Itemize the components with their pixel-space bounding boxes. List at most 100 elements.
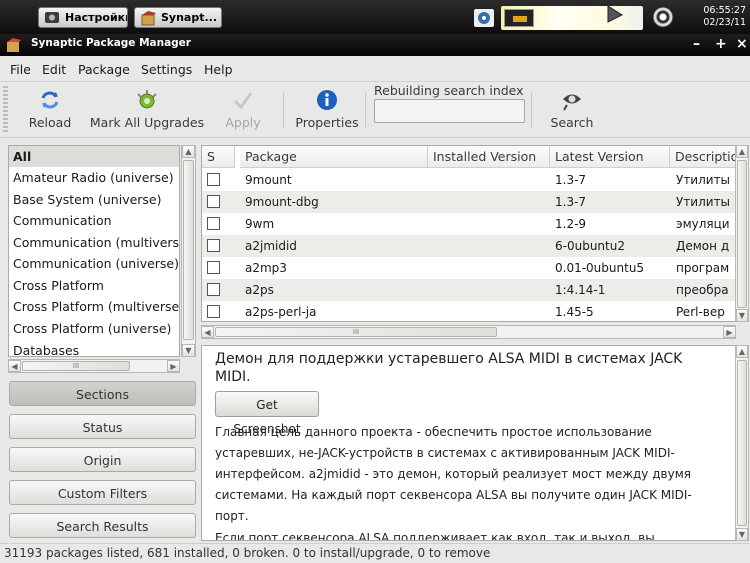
package-description-text: Главная цель данного проекта - обеспечит… <box>215 422 712 541</box>
scroll-up-icon[interactable]: ▲ <box>736 145 748 158</box>
synaptic-taskbar-label: Synapt... <box>161 11 218 24</box>
column-header-description[interactable]: Descriptio <box>670 146 735 168</box>
window-titlebar[interactable]: Synaptic Package Manager – + × <box>0 34 750 56</box>
filter-list-scroll-thumb[interactable] <box>183 160 194 340</box>
clock-date: 02/23/11 <box>703 17 746 28</box>
tray-display-icon[interactable] <box>504 9 534 27</box>
table-row[interactable]: 9mount 1.3-7 Утилиты <box>202 169 735 191</box>
properties-button[interactable]: Properties <box>292 82 362 136</box>
filter-item[interactable]: Amateur Radio (universe) <box>9 167 179 188</box>
filter-list-hscrollbar[interactable]: ◀ III ▶ <box>8 359 180 373</box>
origin-button[interactable]: Origin <box>9 447 196 472</box>
column-header-package[interactable]: Package <box>240 146 428 168</box>
filter-item[interactable]: Databases <box>9 340 179 356</box>
volume-icon[interactable] <box>652 6 674 28</box>
mark-all-upgrades-button[interactable]: Mark All Upgrades <box>87 82 207 136</box>
status-button[interactable]: Status <box>9 414 196 439</box>
menu-file[interactable]: File <box>10 62 31 77</box>
install-checkbox[interactable] <box>207 217 220 230</box>
package-description: Утилиты <box>676 173 731 187</box>
filter-item[interactable]: Cross Platform <box>9 275 179 296</box>
close-icon[interactable]: × <box>736 36 748 52</box>
table-row[interactable]: a2ps-perl-ja 1.45-5 Perl-вер <box>202 301 735 321</box>
mark-upgrades-icon <box>135 89 159 114</box>
filter-item[interactable]: Communication (universe) <box>9 253 179 274</box>
sections-button[interactable]: Sections <box>9 381 196 406</box>
section-filter-list: All Amateur Radio (universe) Base System… <box>8 145 180 357</box>
scroll-up-icon[interactable]: ▲ <box>182 145 195 158</box>
clock[interactable]: 06:55:27 02/23/11 <box>686 5 746 29</box>
column-header-latest-version[interactable]: Latest Version <box>550 146 670 168</box>
custom-filters-button[interactable]: Custom Filters <box>9 480 196 505</box>
synaptic-package-icon <box>140 10 156 26</box>
tray-pointer-icon <box>606 5 624 28</box>
install-checkbox[interactable] <box>207 239 220 252</box>
search-button[interactable]: Search <box>545 82 599 136</box>
install-checkbox[interactable] <box>207 305 220 318</box>
scroll-right-icon[interactable]: ▶ <box>723 326 736 338</box>
filter-list-vscrollbar[interactable]: ▲ ▼ <box>181 145 196 357</box>
synaptic-taskbar-button[interactable]: Synapt... <box>134 7 222 28</box>
install-checkbox[interactable] <box>207 261 220 274</box>
scroll-down-icon[interactable]: ▼ <box>182 344 195 357</box>
scroll-down-icon[interactable]: ▼ <box>736 528 748 541</box>
scroll-down-icon[interactable]: ▼ <box>736 309 748 322</box>
scroll-left-icon[interactable]: ◀ <box>8 360 21 372</box>
install-checkbox[interactable] <box>207 283 220 296</box>
settings-taskbar-button[interactable]: Настройки <box>38 7 128 28</box>
filter-item[interactable]: Communication <box>9 210 179 231</box>
table-row[interactable]: a2mp3 0.01-0ubuntu5 програм <box>202 257 735 279</box>
details-scroll-thumb[interactable] <box>737 360 747 526</box>
toolbar-grip[interactable] <box>3 86 8 134</box>
package-name: 9mount-dbg <box>245 195 319 209</box>
filter-item[interactable]: Base System (universe) <box>9 189 179 210</box>
info-icon <box>316 89 338 114</box>
package-table-hscroll-thumb[interactable]: III <box>215 327 497 337</box>
package-summary-title: Демон для поддержки устаревшего ALSA MID… <box>215 351 683 385</box>
get-screenshot-button[interactable]: Get Screenshot <box>215 391 319 436</box>
apply-button[interactable]: Apply <box>215 82 271 136</box>
install-checkbox[interactable] <box>207 195 220 208</box>
apply-label: Apply <box>225 115 261 130</box>
scroll-left-icon[interactable]: ◀ <box>201 326 214 338</box>
reload-icon <box>39 89 61 114</box>
details-vscrollbar[interactable]: ▲ ▼ <box>735 345 749 541</box>
status-bar: 31193 packages listed, 681 installed, 0 … <box>0 543 750 563</box>
package-description: эмуляци <box>676 217 730 231</box>
search-results-button[interactable]: Search Results <box>9 513 196 538</box>
package-name: a2ps <box>245 283 274 297</box>
latest-version: 1.3-7 <box>555 173 587 187</box>
scroll-up-icon[interactable]: ▲ <box>736 345 748 358</box>
install-checkbox[interactable] <box>207 173 220 186</box>
table-row[interactable]: 9mount-dbg 1.3-7 Утилиты <box>202 191 735 213</box>
menu-edit[interactable]: Edit <box>42 62 66 77</box>
table-row[interactable]: a2jmidid 6-0ubuntu2 Демон д <box>202 235 735 257</box>
filter-list-hscroll-thumb[interactable]: III <box>22 361 130 371</box>
filter-item[interactable]: Cross Platform (universe) <box>9 318 179 339</box>
toolbar-separator <box>283 92 284 128</box>
package-table-vscrollbar[interactable]: ▲ ▼ <box>735 145 749 322</box>
minimize-icon[interactable]: – <box>693 36 700 52</box>
package-details-pane: Демон для поддержки устаревшего ALSA MID… <box>201 345 736 541</box>
filter-item[interactable]: Communication (multiverse) <box>9 232 179 253</box>
scroll-right-icon[interactable]: ▶ <box>167 360 180 372</box>
latest-version: 1:4.14-1 <box>555 283 606 297</box>
toolbar: Reload Mark All Upgrades Apply Propertie… <box>0 82 750 138</box>
search-icon <box>561 89 583 114</box>
column-header-status[interactable]: S <box>202 146 235 168</box>
quick-search-input[interactable] <box>374 99 525 123</box>
maximize-icon[interactable]: + <box>715 36 727 52</box>
menu-package[interactable]: Package <box>78 62 130 77</box>
filter-item[interactable]: Cross Platform (multiverse) <box>9 296 179 317</box>
table-row[interactable]: 9wm 1.2-9 эмуляци <box>202 213 735 235</box>
description-paragraph: Если порт секвенсора ALSA поддерживает к… <box>215 531 655 541</box>
reload-button[interactable]: Reload <box>20 82 80 136</box>
menu-settings[interactable]: Settings <box>141 62 192 77</box>
package-table-scroll-thumb[interactable] <box>737 160 747 308</box>
table-row[interactable]: a2ps 1:4.14-1 преобра <box>202 279 735 301</box>
tray-disc-icon[interactable] <box>474 9 494 27</box>
menu-help[interactable]: Help <box>204 62 233 77</box>
column-header-installed-version[interactable]: Installed Version <box>428 146 550 168</box>
filter-item[interactable]: All <box>9 146 179 167</box>
package-table-hscrollbar[interactable]: ◀ III ▶ <box>201 325 736 339</box>
